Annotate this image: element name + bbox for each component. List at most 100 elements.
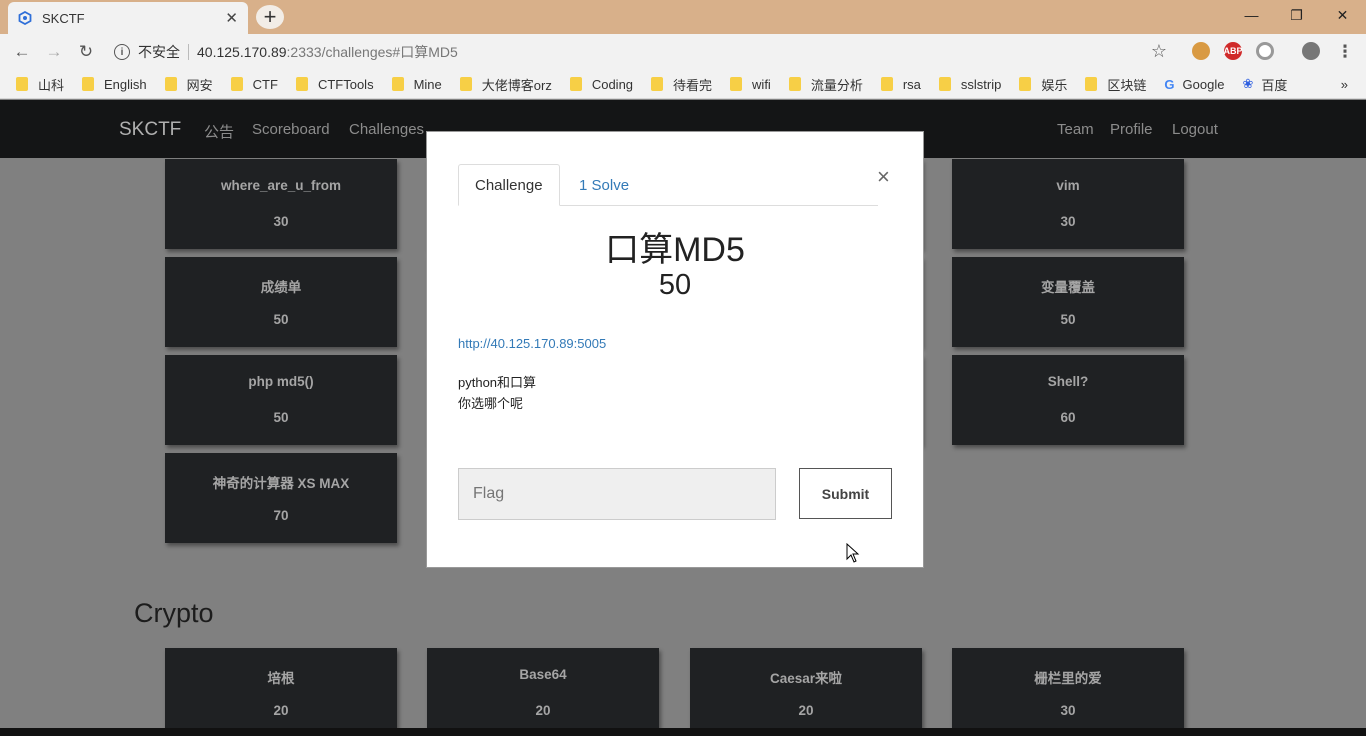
challenge-points: 30 (1060, 214, 1076, 229)
url-path: /challenges#口算MD5 (321, 44, 458, 60)
bookmark-item[interactable]: 网安 (164, 75, 213, 94)
bookmark-item[interactable]: rsa (880, 77, 921, 92)
bookmarks-overflow-icon[interactable]: » (1341, 77, 1348, 92)
challenge-points: 30 (1060, 703, 1076, 718)
bookmark-item[interactable]: ❀ 百度 (1242, 75, 1287, 94)
tab-close-icon[interactable]: ✕ (225, 9, 238, 27)
nav-link-team[interactable]: Team (1057, 121, 1094, 138)
forward-arrow-icon[interactable]: → (42, 40, 66, 64)
nav-link-challenges[interactable]: Challenges (349, 121, 424, 138)
bookmark-item[interactable]: Coding (569, 77, 633, 92)
bookmark-item[interactable]: 大佬博客orz (459, 75, 552, 94)
bookmark-item[interactable]: wifi (730, 77, 771, 92)
bookmark-item[interactable]: G Google (1164, 77, 1224, 92)
folder-icon (730, 77, 743, 91)
challenge-title: 口算MD5 (605, 231, 745, 269)
bookmark-item[interactable]: 区块链 (1085, 75, 1146, 94)
new-tab-button[interactable]: + (256, 4, 284, 29)
site-favicon-icon (18, 11, 32, 25)
challenge-card[interactable]: 成绩单 50 (165, 257, 397, 347)
bookmark-label: 大佬博客orz (481, 77, 552, 93)
bookmark-item[interactable]: Mine (391, 76, 442, 92)
bookmark-item[interactable]: CTFTools (295, 76, 374, 92)
reload-icon[interactable]: ↻ (74, 40, 98, 64)
bookmark-item[interactable]: 娱乐 (1019, 75, 1067, 94)
challenge-name: Caesar来啦 (769, 671, 843, 686)
address-bar[interactable]: i 不安全 40.125.170.89:2333/challenges#口算MD… (110, 38, 1180, 66)
bookmark-label: Mine (413, 76, 442, 92)
challenge-card[interactable]: 培根 20 (165, 648, 397, 736)
bookmark-item[interactable]: 流量分析 (788, 75, 863, 94)
bookmark-item[interactable]: English (82, 77, 147, 92)
bookmark-label: Google (1182, 76, 1225, 92)
security-label: 不安全 (138, 44, 180, 60)
folder-icon (295, 77, 308, 91)
challenge-name: Base64 (519, 667, 567, 682)
challenge-card[interactable]: 栅栏里的爱 30 (952, 648, 1184, 736)
bookmark-label: 娱乐 (1041, 77, 1068, 93)
site-brand[interactable]: SKCTF (119, 119, 181, 141)
challenge-points: 60 (1060, 410, 1076, 425)
browser-tab[interactable]: SKCTF ✕ (8, 2, 248, 34)
challenge-name: 变量覆盖 (1041, 280, 1095, 295)
folder-icon (569, 77, 582, 91)
folder-icon (230, 77, 243, 91)
browser-tab-strip: SKCTF ✕ + — ❐ ✕ (0, 0, 1366, 34)
challenge-card[interactable]: vim 30 (952, 159, 1184, 249)
bookmark-label: 流量分析 (810, 77, 863, 93)
adblock-extension-icon[interactable]: ABP (1223, 42, 1243, 60)
folder-icon (459, 77, 472, 91)
adblock-label: ABP (1223, 46, 1243, 56)
nav-link-profile[interactable]: Profile (1110, 121, 1153, 138)
bookmark-item[interactable]: 待看完 (651, 75, 712, 94)
bookmark-star-icon[interactable]: ☆ (1147, 39, 1171, 63)
bookmark-item[interactable]: CTF (230, 76, 278, 92)
restore-icon[interactable]: ❐ (1274, 0, 1319, 30)
tab-challenge[interactable]: Challenge (458, 164, 560, 206)
flag-input[interactable] (458, 468, 776, 520)
challenge-link[interactable]: http://40.125.170.89:5005 (458, 336, 606, 351)
folder-icon (938, 77, 951, 91)
address-divider (188, 44, 189, 60)
mouse-cursor-icon (846, 543, 860, 563)
bookmark-label: 待看完 (673, 77, 713, 93)
bookmark-item[interactable]: 山科 (16, 75, 64, 94)
profile-avatar-icon[interactable] (1302, 42, 1320, 60)
challenge-card[interactable]: where_are_u_from 30 (165, 159, 397, 249)
challenge-card[interactable]: Shell? 60 (952, 355, 1184, 445)
description-line: python和口算 (458, 375, 537, 390)
menu-kebab-icon[interactable]: ⋮ (1333, 40, 1357, 64)
challenge-card[interactable]: php md5() 50 (165, 355, 397, 445)
back-arrow-icon[interactable]: ← (10, 40, 34, 64)
bookmark-label: CTF (252, 76, 278, 92)
minimize-icon[interactable]: — (1229, 0, 1274, 30)
window-close-icon[interactable]: ✕ (1320, 0, 1365, 30)
modal-close-icon[interactable]: × (877, 164, 890, 190)
challenge-name: Shell? (1047, 374, 1089, 389)
challenge-name: 培根 (267, 671, 295, 686)
info-icon[interactable]: i (114, 44, 130, 60)
nav-link-logout[interactable]: Logout (1172, 121, 1218, 138)
submit-button[interactable]: Submit (799, 468, 892, 519)
cookie-extension-icon[interactable] (1192, 42, 1210, 60)
challenge-card[interactable]: 神奇的计算器 XS MAX 70 (165, 453, 397, 543)
folder-icon (1085, 77, 1098, 91)
challenge-name: php md5() (248, 374, 314, 389)
nav-link-scoreboard[interactable]: Scoreboard (252, 121, 330, 138)
challenge-card[interactable]: Caesar来啦 20 (690, 648, 922, 736)
challenge-card[interactable]: 变量覆盖 50 (952, 257, 1184, 347)
folder-icon (788, 77, 801, 91)
bookmark-label: CTFTools (317, 76, 374, 92)
circle-extension-icon[interactable] (1256, 42, 1274, 60)
bookmark-label: 区块链 (1107, 77, 1147, 93)
browser-toolbar: ← → ↻ i 不安全 40.125.170.89:2333/challenge… (0, 34, 1366, 70)
tab-solves[interactable]: 1 Solve (563, 164, 645, 206)
bookmark-item[interactable]: sslstrip (938, 77, 1001, 92)
folder-icon (880, 77, 893, 91)
challenge-card[interactable]: Base64 20 (427, 648, 659, 736)
challenge-points: 20 (273, 703, 289, 718)
nav-link-announcements[interactable]: 公告 (204, 121, 234, 142)
challenge-name: where_are_u_from (220, 178, 342, 193)
challenge-points: 70 (273, 508, 289, 523)
bookmarks-bar: 山科 English 网安 CTF CTFTools Mine 大佬博客orz … (0, 70, 1366, 99)
